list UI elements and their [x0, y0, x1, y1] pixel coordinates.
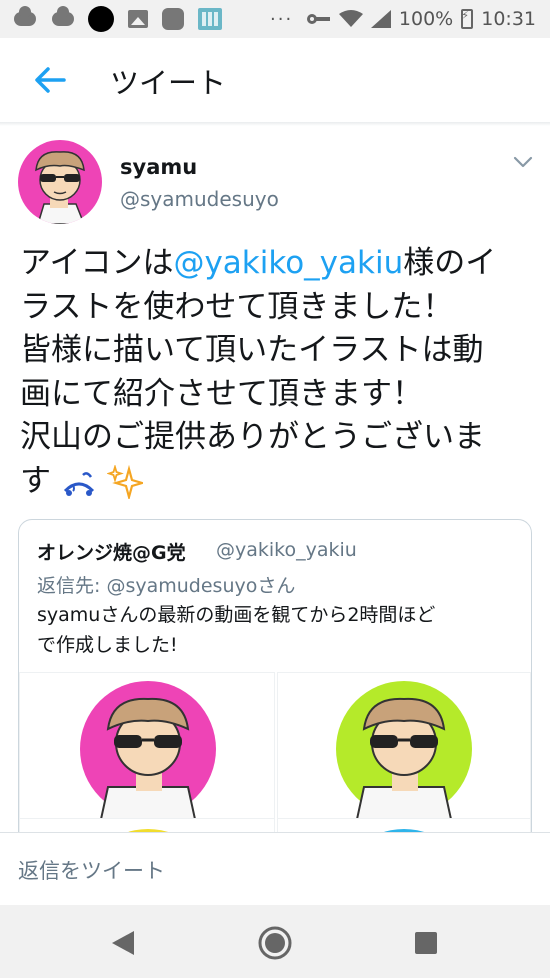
battery-charging-icon: [461, 9, 474, 29]
header-divider: [0, 122, 550, 126]
sparkles-emoji: [106, 465, 143, 499]
nav-back-icon[interactable]: [110, 929, 136, 957]
battery-percent: 100%: [398, 8, 454, 30]
image-icon: [128, 10, 148, 28]
cloud-icon: [52, 6, 74, 26]
illustration-pink: [80, 681, 216, 831]
cloud-icon: [14, 6, 36, 26]
author-handle[interactable]: @syamudesuyo: [120, 187, 279, 211]
quoted-tweet[interactable]: オレンジ焼@G党 @yakiko_yakiu 返信先: @syamudesuyo…: [18, 519, 532, 851]
avatar-illustration: [35, 151, 85, 224]
tweet-line: ラストを使わせて頂きました！: [20, 288, 454, 325]
wifi-icon: [338, 10, 363, 27]
sweat-emoji: [63, 472, 94, 496]
tweet-line: す: [20, 460, 540, 504]
tweet-line: 画にて紹介させて頂きます！: [20, 375, 423, 412]
author-name[interactable]: syamu: [120, 155, 197, 179]
quoted-text-line: で作成しました!: [37, 634, 178, 656]
reply-prefix: 返信先:: [37, 575, 107, 597]
quoted-author-name: オレンジ焼@G党: [37, 542, 186, 564]
mention-link[interactable]: @yakiko_yakiu: [173, 245, 403, 281]
tweet-line: アイコンは@yakiko_yakiu様のイ: [20, 242, 540, 286]
page-title: ツイート: [110, 66, 227, 100]
reply-context: 返信先: @syamudesuyoさん: [37, 571, 295, 598]
quoted-image[interactable]: [19, 672, 275, 832]
reply-bar: 返信をツイート: [0, 832, 550, 905]
clock: 10:31: [481, 8, 536, 30]
nav-recents-icon[interactable]: [415, 932, 437, 954]
overflow-notifications: ···: [270, 8, 294, 30]
tweet-text-segment: す: [20, 462, 51, 499]
reply-input[interactable]: 返信をツイート: [18, 855, 165, 885]
notification-icons: ···: [0, 6, 293, 32]
key-icon: [306, 14, 331, 24]
system-nav-bar: [0, 905, 550, 978]
black-circle-icon: [88, 6, 114, 32]
signal-icon: [370, 10, 391, 28]
tweet-text-segment: 様のイ: [403, 245, 497, 281]
app-header: ツイート: [0, 38, 550, 123]
quoted-text-line: syamuさんの最新の動画を観てから2時間ほど: [37, 604, 436, 626]
author-avatar[interactable]: [18, 140, 102, 224]
reply-handle: @syamudesuyoさん: [106, 575, 296, 597]
illustration-green: [336, 681, 472, 831]
app-icon: [162, 8, 184, 30]
quoted-image[interactable]: [277, 672, 531, 832]
quoted-text: syamuさんの最新の動画を観てから2時間ほど で作成しました!: [37, 600, 517, 660]
system-icons: 100% 10:31: [306, 0, 536, 38]
tweet-line: 皆様に描いて頂いたイラストは動: [20, 332, 484, 368]
tweet-text: アイコンは@yakiko_yakiu様のイ ラストを使わせて頂きました！ 皆様に…: [20, 242, 540, 503]
tweet-text-segment: アイコンは: [20, 245, 174, 281]
tweet-line: 沢山のご提供ありがとうございま: [20, 419, 485, 455]
quoted-author-handle: @yakiko_yakiu: [216, 539, 357, 561]
status-bar: ··· 100% 10:31: [0, 0, 550, 38]
calculator-icon: [198, 8, 222, 30]
nav-home-icon[interactable]: [258, 926, 292, 960]
chevron-down-icon[interactable]: [512, 154, 534, 170]
arrow-left-icon[interactable]: [30, 60, 70, 100]
